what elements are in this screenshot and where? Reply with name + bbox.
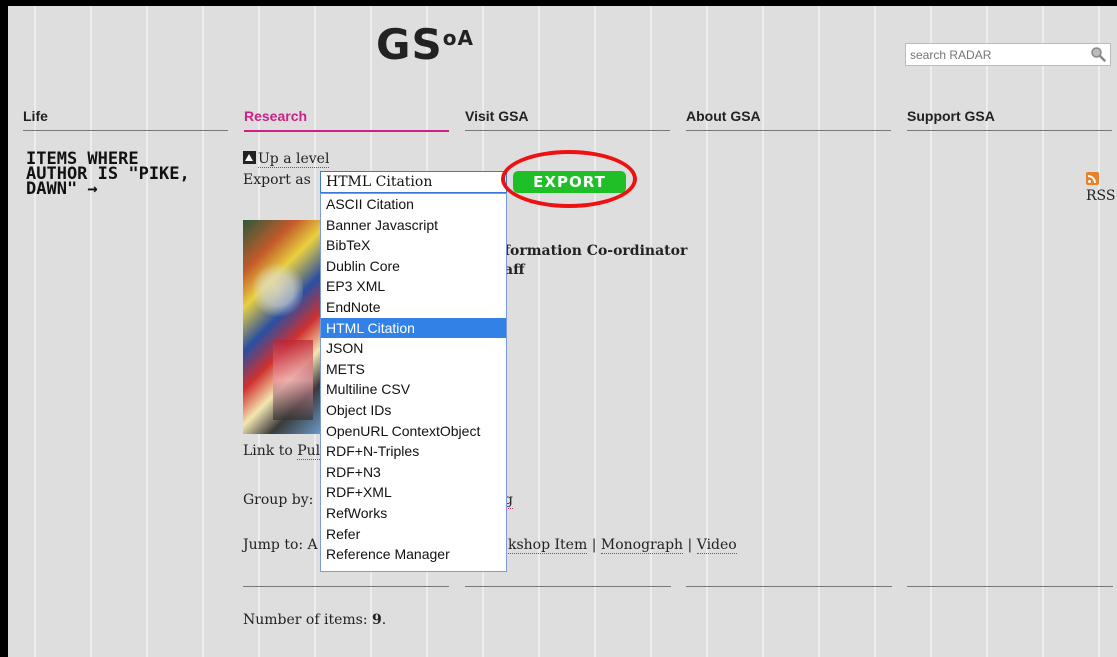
gsa-logo[interactable]: GSoA bbox=[376, 20, 474, 69]
dropdown-option[interactable]: Multiline CSV bbox=[321, 379, 506, 400]
dropdown-option[interactable]: Dublin Core bbox=[321, 256, 506, 277]
dropdown-option[interactable]: BibTeX bbox=[321, 235, 506, 256]
dropdown-option[interactable]: RDF+XML bbox=[321, 482, 506, 503]
nav-item-visit-gsa[interactable]: Visit GSA bbox=[465, 108, 670, 131]
dropdown-option[interactable]: HTML Citation bbox=[321, 317, 506, 339]
dropdown-option[interactable]: RDF+N3 bbox=[321, 462, 506, 483]
divider bbox=[243, 586, 449, 587]
dropdown-option[interactable]: EndNote bbox=[321, 297, 506, 318]
page-heading: Items where Author is "Pike, Dawn" → bbox=[26, 149, 190, 199]
group-by-label: Group by: bbox=[243, 492, 314, 508]
jump-video[interactable]: Video bbox=[696, 537, 737, 554]
nav-item-support-gsa[interactable]: Support GSA bbox=[907, 108, 1112, 131]
up-arrow-icon bbox=[243, 151, 256, 164]
dropdown-option[interactable]: ASCII Citation bbox=[321, 194, 506, 215]
dropdown-option[interactable]: RefWorks bbox=[321, 503, 506, 524]
author-title-line-2: aff bbox=[504, 262, 525, 278]
dropdown-option[interactable]: RDF+N-Triples bbox=[321, 441, 506, 462]
publications-link[interactable]: Pul bbox=[297, 443, 321, 460]
export-format-dropdown[interactable]: ASCII Citation Banner Javascript BibTeX Dub… bbox=[320, 193, 507, 572]
jump-monograph[interactable]: Monograph bbox=[600, 537, 684, 554]
nav-item-research[interactable]: Research bbox=[244, 108, 449, 132]
export-button[interactable]: EXPORT bbox=[513, 171, 626, 193]
divider bbox=[465, 586, 671, 587]
rss-icon bbox=[1086, 172, 1099, 185]
nav-item-life[interactable]: Life bbox=[23, 108, 228, 131]
jump-to-links: kshop Item | Monograph | Video bbox=[508, 537, 737, 554]
number-of-items: Number of items: 9. bbox=[243, 612, 387, 628]
divider bbox=[907, 586, 1113, 587]
dropdown-option[interactable]: EP3 XML bbox=[321, 276, 506, 297]
dropdown-option[interactable]: METS bbox=[321, 359, 506, 380]
search-icon[interactable] bbox=[1090, 46, 1106, 62]
dropdown-option[interactable]: Reference Manager bbox=[321, 544, 506, 565]
author-photo bbox=[243, 220, 323, 434]
export-format-select[interactable]: HTML Citation bbox=[320, 171, 507, 193]
search-box bbox=[905, 43, 1111, 66]
search-input[interactable] bbox=[906, 44, 1084, 66]
jump-to-label: Jump to: A bbox=[243, 537, 318, 553]
link-to-publications: Link to Pul bbox=[243, 443, 321, 460]
dropdown-option[interactable]: JSON bbox=[321, 338, 506, 359]
divider bbox=[686, 586, 892, 587]
dropdown-option[interactable]: Banner Javascript bbox=[321, 215, 506, 236]
rss-link[interactable]: RSS bbox=[1086, 172, 1117, 204]
jump-workshop-item[interactable]: kshop Item bbox=[508, 537, 588, 554]
nav-item-about-gsa[interactable]: About GSA bbox=[686, 108, 891, 131]
dropdown-option[interactable]: Object IDs bbox=[321, 400, 506, 421]
up-a-level-link[interactable]: Up a level bbox=[243, 151, 330, 168]
dropdown-option[interactable]: Refer bbox=[321, 524, 506, 545]
page: GSoA Life Research Visit GSA About GSA S… bbox=[8, 6, 1117, 657]
dropdown-option[interactable]: OpenURL ContextObject bbox=[321, 421, 506, 442]
export-label: Export as bbox=[243, 172, 311, 188]
author-title-line-1: formation Co-ordinator bbox=[504, 243, 688, 259]
